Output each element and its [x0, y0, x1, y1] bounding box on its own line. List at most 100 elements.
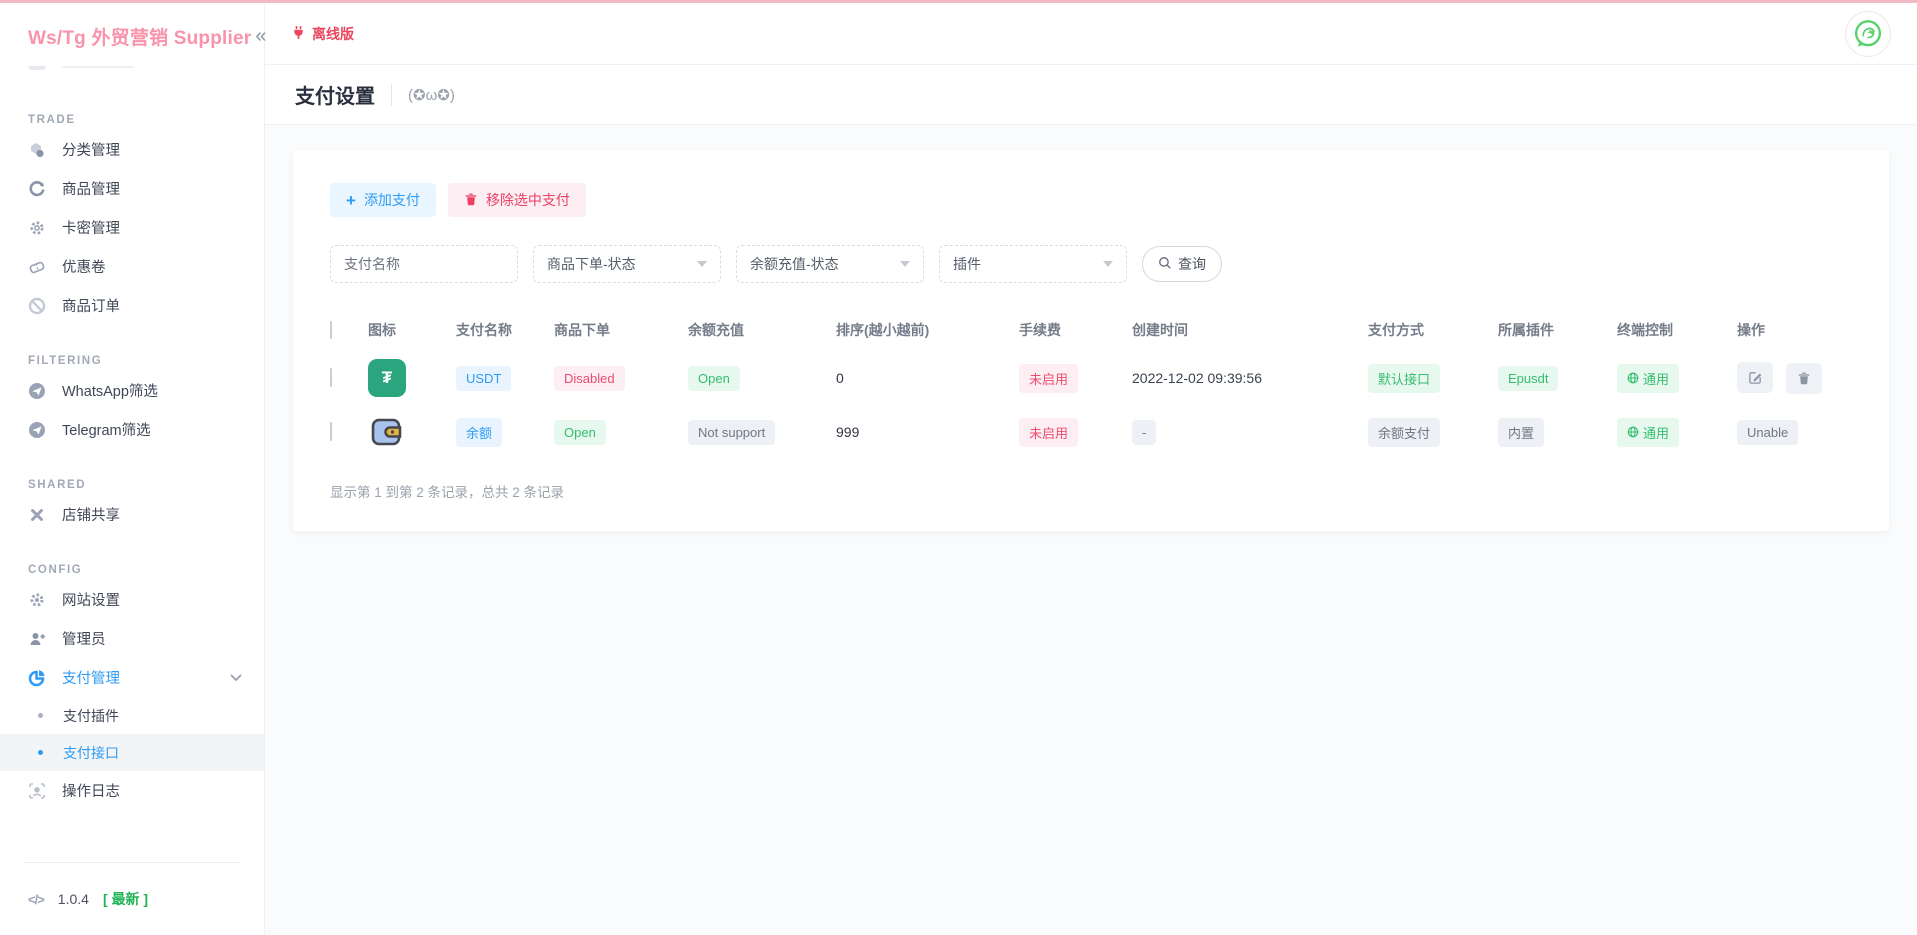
- record-count: 显示第 1 到第 2 条记录，总共 2 条记录: [330, 481, 1852, 501]
- section-trade: TRADE: [0, 114, 264, 126]
- remove-selected-button[interactable]: 移除选中支付: [448, 183, 586, 217]
- offline-version-label: 离线版: [312, 24, 354, 44]
- recharge-status-select[interactable]: 余额充值-状态: [736, 245, 924, 283]
- delete-button[interactable]: [1786, 363, 1822, 394]
- col-plugin: 所属插件: [1498, 320, 1617, 340]
- code-icon: </>: [28, 892, 44, 907]
- terminal-label: 通用: [1643, 423, 1669, 442]
- sidebar-item-label: 支付插件: [63, 706, 119, 726]
- sidebar-item-payment-management[interactable]: 支付管理: [0, 658, 264, 697]
- sort-value: 0: [836, 370, 1019, 386]
- sidebar-item-payment-interface[interactable]: 支付接口: [0, 734, 264, 771]
- plugin-select[interactable]: 插件: [939, 245, 1127, 283]
- payment-name-input[interactable]: [344, 256, 504, 272]
- version-number: 1.0.4: [58, 891, 89, 907]
- order-icon: [28, 297, 46, 315]
- trash-icon: [464, 192, 478, 209]
- bullet-icon: [38, 713, 43, 718]
- sidebar-item-label: 商品管理: [62, 178, 120, 199]
- search-button[interactable]: 查询: [1142, 246, 1222, 282]
- section-shared: SHARED: [0, 479, 264, 491]
- sidebar-item-orders[interactable]: 商品订单: [0, 286, 264, 325]
- version-row: </> 1.0.4 [ 最新 ]: [0, 863, 264, 935]
- action-unable-badge: Unable: [1737, 420, 1798, 445]
- col-method: 支付方式: [1368, 320, 1498, 340]
- page-head: 支付设置 (✪ω✪): [265, 65, 1917, 125]
- terminal-badge: 通用: [1617, 418, 1679, 447]
- sidebar-collapse-icon[interactable]: «: [251, 25, 270, 48]
- sidebar-item-operation-logs[interactable]: 操作日志: [0, 771, 264, 810]
- row-checkbox[interactable]: [330, 368, 332, 387]
- edit-button[interactable]: [1737, 362, 1773, 393]
- payment-name-filter: [330, 245, 518, 283]
- sidebar-item-payment-plugins[interactable]: 支付插件: [0, 697, 264, 734]
- plug-icon: [291, 25, 306, 43]
- share-x-icon: [28, 506, 46, 524]
- payment-name-badge: USDT: [456, 366, 511, 391]
- whatsapp-filter-icon: [28, 382, 46, 400]
- gear-badge-icon: [28, 219, 46, 237]
- version-latest-badge[interactable]: [ 最新 ]: [103, 889, 148, 909]
- sidebar: Ws/Tg 外贸营销 Supplier « TRADE 分类管理 商品管理 卡密…: [0, 3, 265, 935]
- app-logo: Ws/Tg 外贸营销 Supplier: [28, 23, 251, 50]
- coupon-icon: [28, 258, 46, 276]
- top-accent-bar: [0, 0, 1917, 3]
- telegram-filter-icon: [28, 421, 46, 439]
- remove-selected-label: 移除选中支付: [486, 190, 570, 210]
- recharge-status-badge: Open: [688, 366, 740, 391]
- sidebar-item-products[interactable]: 商品管理: [0, 169, 264, 208]
- gear-icon: [28, 591, 46, 609]
- method-badge: 默认接口: [1368, 364, 1440, 393]
- select-all-checkbox[interactable]: [330, 321, 332, 339]
- sidebar-item-cardkeys[interactable]: 卡密管理: [0, 208, 264, 247]
- sidebar-item-coupons[interactable]: 优惠卷: [0, 247, 264, 286]
- sidebar-item-categories[interactable]: 分类管理: [0, 130, 264, 169]
- payment-name-badge: 余额: [456, 418, 502, 447]
- method-badge: 余额支付: [1368, 418, 1440, 447]
- add-payment-button[interactable]: + 添加支付: [330, 183, 436, 217]
- sidebar-item-whatsapp-filter[interactable]: WhatsApp筛选: [0, 371, 264, 410]
- sidebar-item-telegram-filter[interactable]: Telegram筛选: [0, 410, 264, 449]
- col-fee: 手续费: [1019, 320, 1132, 340]
- usdt-tether-icon: ₮: [368, 359, 406, 397]
- plugin-badge: 内置: [1498, 418, 1544, 447]
- table-row: ₮ USDT Disabled Open 0 未启用 2022-12-02 09…: [330, 351, 1852, 405]
- order-status-select[interactable]: 商品下单-状态: [533, 245, 721, 283]
- created-at-badge: -: [1132, 420, 1156, 445]
- sidebar-item-label: 管理员: [62, 628, 106, 649]
- offline-version-link[interactable]: 离线版: [291, 24, 354, 44]
- col-created: 创建时间: [1132, 320, 1368, 340]
- sidebar-item-shop-sharing[interactable]: 店铺共享: [0, 495, 264, 534]
- sidebar-item-site-settings[interactable]: 网站设置: [0, 580, 264, 619]
- commodity-icon: [28, 180, 46, 198]
- avatar[interactable]: [1845, 11, 1891, 57]
- plugin-value: 插件: [953, 254, 981, 274]
- sidebar-item-admins[interactable]: 管理员: [0, 619, 264, 658]
- col-icon: 图标: [368, 320, 456, 340]
- created-at: 2022-12-02 09:39:56: [1132, 370, 1368, 386]
- col-actions: 操作: [1737, 320, 1852, 340]
- sort-value: 999: [836, 424, 1019, 440]
- order-status-value: 商品下单-状态: [547, 254, 636, 274]
- clipped-label: [62, 66, 134, 68]
- caret-down-icon: [697, 261, 707, 267]
- row-checkbox[interactable]: [330, 422, 332, 441]
- sidebar-item-label: 商品订单: [62, 295, 120, 316]
- sidebar-item-label: 网站设置: [62, 589, 120, 610]
- wallet-icon: [368, 413, 406, 451]
- payment-card: + 添加支付 移除选中支付 商品下单-状态 余额充值-状态 插件: [293, 150, 1889, 531]
- chevron-down-icon: [230, 670, 242, 686]
- section-config: CONFIG: [0, 564, 264, 576]
- fee-status-badge: 未启用: [1019, 418, 1078, 447]
- clipped-icon: [28, 66, 46, 70]
- bullet-icon: [38, 750, 43, 755]
- table-header: 图标 支付名称 商品下单 余额充值 排序(越小越前) 手续费 创建时间 支付方式…: [330, 309, 1852, 351]
- plugin-badge: Epusdt: [1498, 366, 1558, 391]
- recharge-status-value: 余额充值-状态: [750, 254, 839, 274]
- col-sort: 排序(越小越前): [836, 320, 1019, 340]
- order-status-badge: Disabled: [554, 366, 625, 391]
- section-filtering: FILTERING: [0, 355, 264, 367]
- plus-icon: +: [346, 192, 356, 209]
- col-terminal: 终端控制: [1617, 320, 1737, 340]
- clipped-menu-item[interactable]: [0, 66, 264, 84]
